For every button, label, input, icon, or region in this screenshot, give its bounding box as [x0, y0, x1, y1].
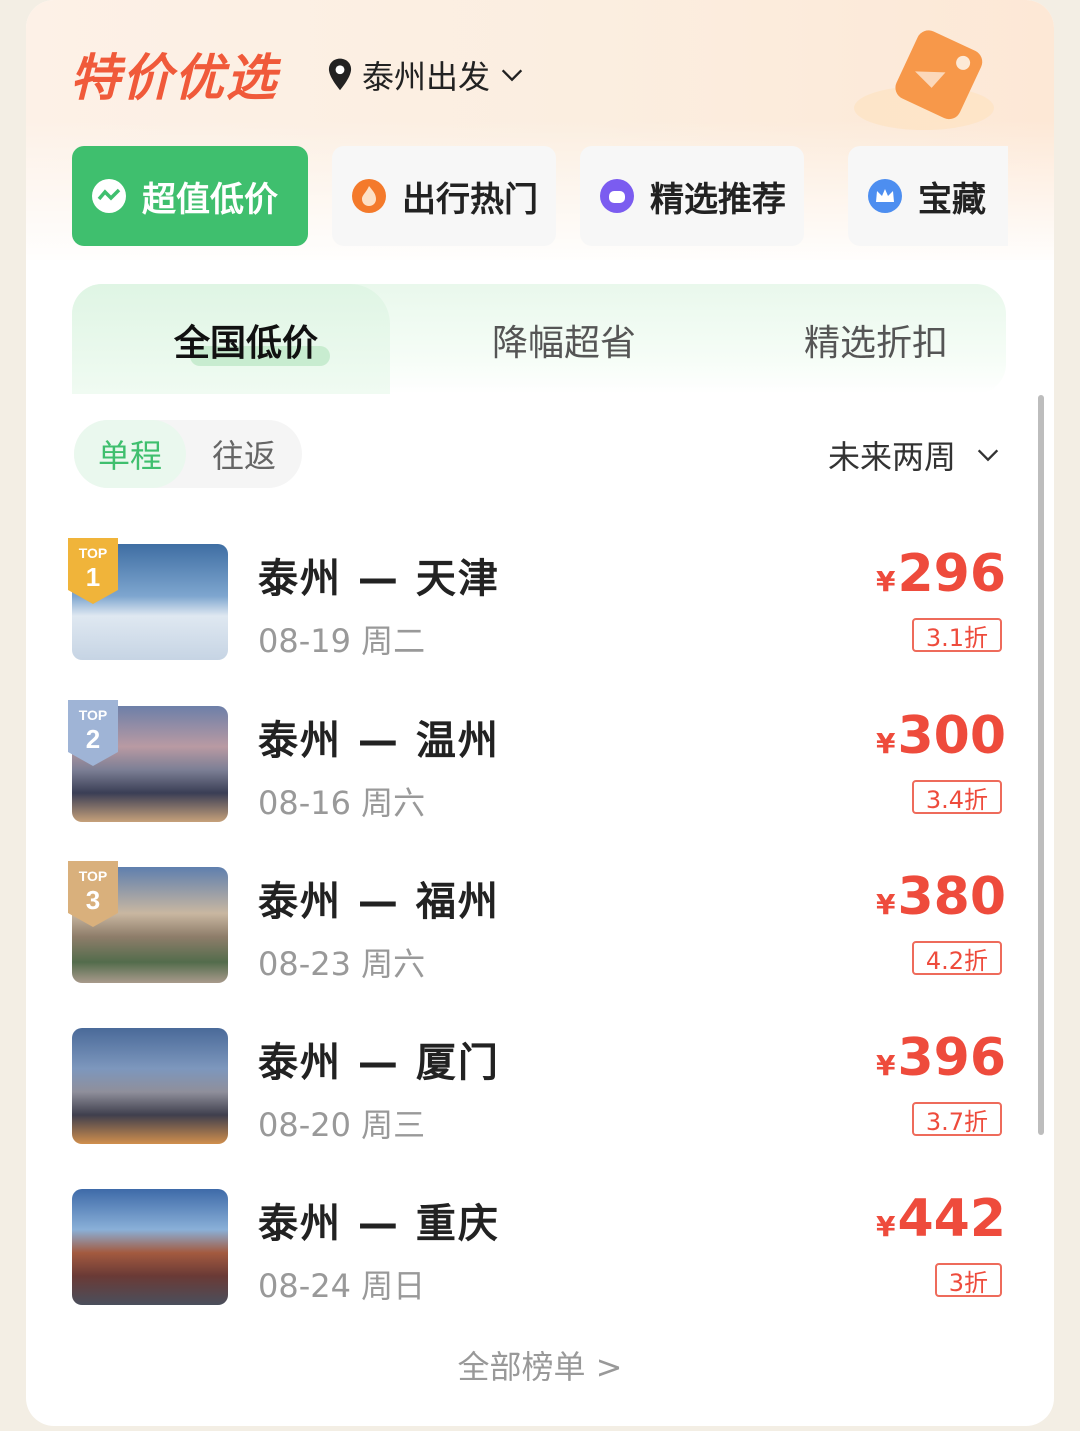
route-title: 泰州 — 天津 — [258, 556, 500, 602]
category-tab-recommended[interactable]: 精选推荐 — [580, 146, 804, 246]
route-title: 泰州 — 福州 — [258, 879, 500, 925]
tab-selected-discount[interactable]: 精选折扣 — [804, 314, 948, 366]
date-range-label: 未来两周 — [827, 438, 956, 476]
category-label: 宝藏 — [918, 179, 986, 220]
deals-card: 特价优选 泰州出发 超值低价 出行热门 精选推荐 宝藏 全国低价 降幅超省 精选… — [26, 0, 1054, 1426]
rank-number: 2 — [86, 724, 100, 754]
thumb-up-icon — [600, 179, 634, 213]
currency-symbol: ¥ — [875, 888, 896, 921]
flame-icon — [352, 179, 386, 213]
category-tab-treasure[interactable]: 宝藏 — [848, 146, 1008, 246]
route-item[interactable]: TOP 1 泰州 — 天津 08-19 周二 ¥296 3.1折 — [68, 538, 1006, 664]
rank-top-label: TOP — [79, 707, 108, 723]
route-title: 泰州 — 重庆 — [258, 1201, 500, 1247]
category-tabs: 超值低价 出行热门 精选推荐 — [72, 146, 804, 246]
view-all-link[interactable]: 全部榜单 > — [26, 1342, 1054, 1388]
route-item[interactable]: TOP 3 泰州 — 福州 08-23 周六 ¥380 4.2折 — [68, 861, 1006, 987]
route-title: 泰州 — 厦门 — [258, 1040, 500, 1086]
route-date: 08-20 周三 — [258, 1106, 426, 1144]
scrollbar[interactable] — [1038, 395, 1044, 1135]
price-value: 396 — [897, 1028, 1006, 1088]
discount-badge: 3折 — [934, 1263, 1002, 1297]
route-price: ¥380 — [876, 867, 1006, 927]
category-label: 超值低价 — [142, 179, 278, 220]
rank-top-label: TOP — [79, 545, 108, 561]
price-tag-icon — [854, 30, 994, 130]
route-item[interactable]: 泰州 — 厦门 08-20 周三 ¥396 3.7折 — [72, 1028, 1006, 1148]
category-tab-treasure-clip: 宝藏 — [848, 146, 1008, 246]
price-value: 380 — [897, 867, 1006, 927]
rank-number: 1 — [86, 562, 100, 592]
currency-symbol: ¥ — [875, 1210, 896, 1243]
category-tab-hot[interactable]: 出行热门 — [332, 146, 556, 246]
discount-badge: 3.7折 — [911, 1102, 1002, 1136]
price-value: 296 — [897, 544, 1006, 604]
route-price: ¥300 — [876, 706, 1006, 766]
category-label: 精选推荐 — [650, 179, 786, 220]
route-thumbnail — [72, 1028, 228, 1144]
crown-icon — [868, 179, 902, 213]
departure-city: 泰州出发 — [362, 58, 491, 96]
currency-symbol: ¥ — [875, 727, 896, 760]
route-date: 08-16 周六 — [258, 784, 426, 822]
low-price-icon — [92, 179, 126, 213]
page-title: 特价优选 — [70, 49, 278, 107]
rank-badge: TOP 1 — [68, 538, 118, 604]
currency-symbol: ¥ — [875, 565, 896, 598]
price-value: 300 — [897, 706, 1006, 766]
trip-type-toggle: 单程 往返 — [74, 420, 302, 488]
departure-selector[interactable]: 泰州出发 — [326, 52, 526, 98]
category-label: 出行热门 — [402, 179, 538, 220]
discount-badge: 4.2折 — [911, 941, 1002, 975]
sub-tabs: 全国低价 降幅超省 精选折扣 — [72, 284, 1006, 394]
route-thumbnail — [72, 1189, 228, 1305]
one-way-button[interactable]: 单程 — [74, 420, 186, 488]
rank-number: 3 — [86, 885, 100, 915]
date-range-selector[interactable]: 未来两周 — [828, 432, 1002, 478]
tab-big-drop[interactable]: 降幅超省 — [492, 314, 636, 366]
route-price: ¥442 — [876, 1189, 1006, 1249]
route-date: 08-19 周二 — [258, 622, 426, 660]
round-trip-button[interactable]: 往返 — [186, 431, 302, 477]
route-item[interactable]: TOP 2 泰州 — 温州 08-16 周六 ¥300 3.4折 — [68, 700, 1006, 826]
route-date: 08-24 周日 — [258, 1267, 426, 1305]
category-tab-low-price[interactable]: 超值低价 — [72, 146, 308, 246]
chevron-down-icon — [977, 449, 999, 462]
location-pin-icon — [328, 58, 352, 91]
price-value: 442 — [897, 1189, 1006, 1249]
route-item[interactable]: 泰州 — 重庆 08-24 周日 ¥442 3折 — [72, 1189, 1006, 1309]
route-price: ¥296 — [876, 544, 1006, 604]
discount-badge: 3.1折 — [911, 618, 1002, 652]
tab-national-low[interactable]: 全国低价 — [174, 314, 318, 366]
route-date: 08-23 周六 — [258, 945, 426, 983]
route-title: 泰州 — 温州 — [258, 718, 500, 764]
route-price: ¥396 — [876, 1028, 1006, 1088]
chevron-down-icon — [501, 69, 523, 82]
currency-symbol: ¥ — [875, 1049, 896, 1082]
rank-badge: TOP 3 — [68, 861, 118, 927]
rank-top-label: TOP — [79, 868, 108, 884]
discount-badge: 3.4折 — [911, 780, 1002, 814]
rank-badge: TOP 2 — [68, 700, 118, 766]
